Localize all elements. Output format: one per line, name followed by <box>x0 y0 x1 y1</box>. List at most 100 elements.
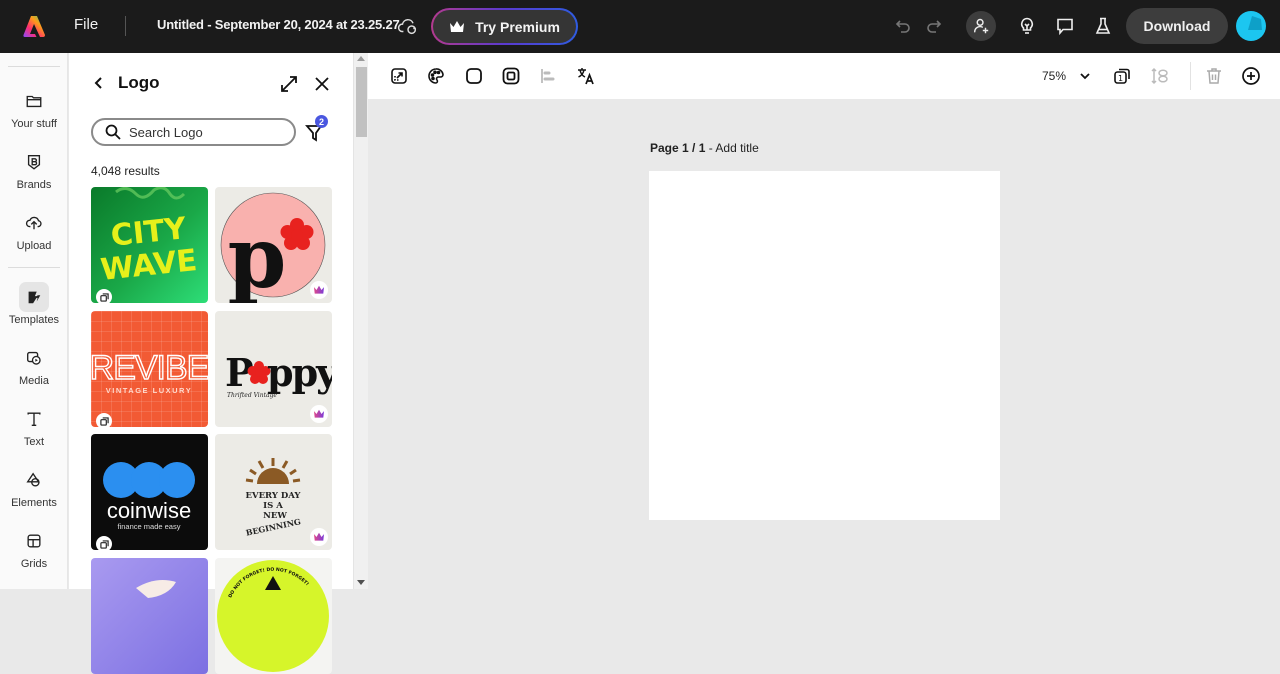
brand-icon <box>27 155 41 170</box>
redo-button[interactable] <box>920 12 948 40</box>
scroll-thumb[interactable] <box>356 67 367 137</box>
app-logo[interactable] <box>22 14 46 38</box>
results-count: 4,048 results <box>91 164 160 178</box>
canvas-toolbar: 75% 1 <box>368 53 1280 99</box>
trash-icon <box>1207 68 1221 84</box>
invite-button[interactable] <box>966 11 996 41</box>
rail-item-grids[interactable]: Grids <box>0 526 68 570</box>
filter-count-badge: 2 <box>315 115 328 128</box>
color-button[interactable] <box>426 66 446 86</box>
page-count: 1 <box>1118 74 1123 83</box>
try-premium-button[interactable]: Try Premium <box>431 8 578 45</box>
scroll-up-arrow[interactable] <box>357 56 365 61</box>
rail-item-brands[interactable]: Brands <box>0 147 68 191</box>
comments-button[interactable] <box>1051 12 1079 40</box>
crown-icon <box>314 409 324 418</box>
pages-button[interactable]: 1 <box>1112 66 1132 86</box>
panel-scrollbar[interactable] <box>353 53 368 589</box>
rail-item-media[interactable]: Media <box>0 343 68 387</box>
try-premium-label: Try Premium <box>475 18 560 35</box>
avatar[interactable] <box>1236 11 1266 41</box>
chevron-down-icon[interactable] <box>1078 69 1092 83</box>
rail-item-your-stuff[interactable]: Your stuff <box>0 86 68 130</box>
flask-icon <box>1095 17 1111 34</box>
search-input[interactable] <box>129 124 279 140</box>
resize-button[interactable] <box>389 66 409 86</box>
add-icon <box>1242 67 1260 85</box>
rail-item-templates[interactable]: Templates <box>0 282 68 326</box>
template-card[interactable]: P ppy Thrifted Vintage <box>215 311 332 427</box>
zoom-level[interactable]: 75% <box>1042 69 1066 83</box>
align-icon <box>541 69 555 83</box>
template-card[interactable]: CITY WAVE <box>91 187 208 303</box>
template-preview <box>136 580 176 598</box>
rail-item-elements[interactable]: Elements <box>0 465 68 509</box>
rounded-square-icon <box>466 68 482 84</box>
rail-divider <box>8 267 60 268</box>
template-card[interactable]: EVERY DAY IS A NEW BEGINNING <box>215 434 332 550</box>
rail-item-upload[interactable]: Upload <box>0 208 68 252</box>
crown-icon <box>314 532 324 541</box>
close-icon[interactable] <box>313 75 331 93</box>
template-text: p <box>228 208 287 303</box>
cloud-sync-icon[interactable] <box>397 15 419 37</box>
arrange-button[interactable] <box>1150 66 1170 86</box>
text-icon <box>27 412 41 426</box>
resize-icon <box>391 68 407 84</box>
rail-label: Text <box>23 436 45 448</box>
template-text: EVERY DAY <box>246 491 302 501</box>
design-page[interactable] <box>649 171 1000 520</box>
left-rail: Your stuff Brands Upload Templates Media… <box>0 53 68 589</box>
translate-button[interactable] <box>576 66 596 86</box>
labs-button[interactable] <box>1089 12 1117 40</box>
crown-icon <box>314 285 324 294</box>
page-label: Page 1 / 1 - Add title <box>650 141 759 155</box>
back-icon[interactable] <box>91 75 107 91</box>
pages-icon: 1 <box>1114 68 1130 84</box>
rail-label: Templates <box>8 314 60 326</box>
invite-user-icon <box>973 18 989 34</box>
templates-panel: Logo 2 4,048 results CITY WAVE p <box>69 53 354 674</box>
undo-button[interactable] <box>889 12 917 40</box>
template-text: REVIBE <box>91 349 208 387</box>
border-icon <box>502 67 520 85</box>
upload-icon <box>25 216 42 230</box>
template-text: finance made easy <box>118 522 181 531</box>
divider <box>125 16 126 36</box>
rail-divider <box>8 66 60 67</box>
add-title-link[interactable]: Add title <box>715 141 758 155</box>
document-title[interactable]: Untitled - September 20, 2024 at 23.25.2… <box>157 17 400 32</box>
search-field[interactable] <box>91 118 296 146</box>
premium-badge <box>310 405 328 423</box>
border-button[interactable] <box>501 66 521 86</box>
multi-page-badge <box>96 536 112 550</box>
translate-icon <box>578 68 594 85</box>
scroll-down-arrow[interactable] <box>357 580 365 585</box>
add-page-button[interactable] <box>1241 66 1261 86</box>
template-card[interactable]: coinwise finance made easy <box>91 434 208 550</box>
premium-badge <box>310 281 328 299</box>
rail-item-text[interactable]: Text <box>0 404 68 448</box>
template-card[interactable]: p <box>215 187 332 303</box>
avatar-graphic <box>1248 16 1262 30</box>
palette-icon <box>428 68 444 84</box>
template-text: VINTAGE LUXURY <box>106 386 192 395</box>
comment-icon <box>1057 18 1073 36</box>
template-card[interactable]: REVIBE VINTAGE LUXURY <box>91 311 208 427</box>
align-button[interactable] <box>538 66 558 86</box>
rail-label: Elements <box>11 497 57 509</box>
tips-button[interactable] <box>1013 12 1041 40</box>
download-button[interactable]: Download <box>1126 8 1228 44</box>
templates-icon <box>28 291 41 304</box>
delete-button[interactable] <box>1204 66 1224 86</box>
template-card[interactable]: DO NOT FORGET! DO NOT FORGET! <box>215 558 332 674</box>
expand-icon[interactable] <box>279 74 299 94</box>
template-card[interactable] <box>91 558 208 674</box>
canvas-area: Page 1 / 1 - Add title <box>368 99 1280 589</box>
premium-badge <box>310 528 328 546</box>
corner-radius-button[interactable] <box>464 66 484 86</box>
arrange-icon <box>1151 67 1168 85</box>
search-icon <box>105 124 121 140</box>
rail-label: Your stuff <box>11 118 57 130</box>
file-menu[interactable]: File <box>74 16 98 33</box>
